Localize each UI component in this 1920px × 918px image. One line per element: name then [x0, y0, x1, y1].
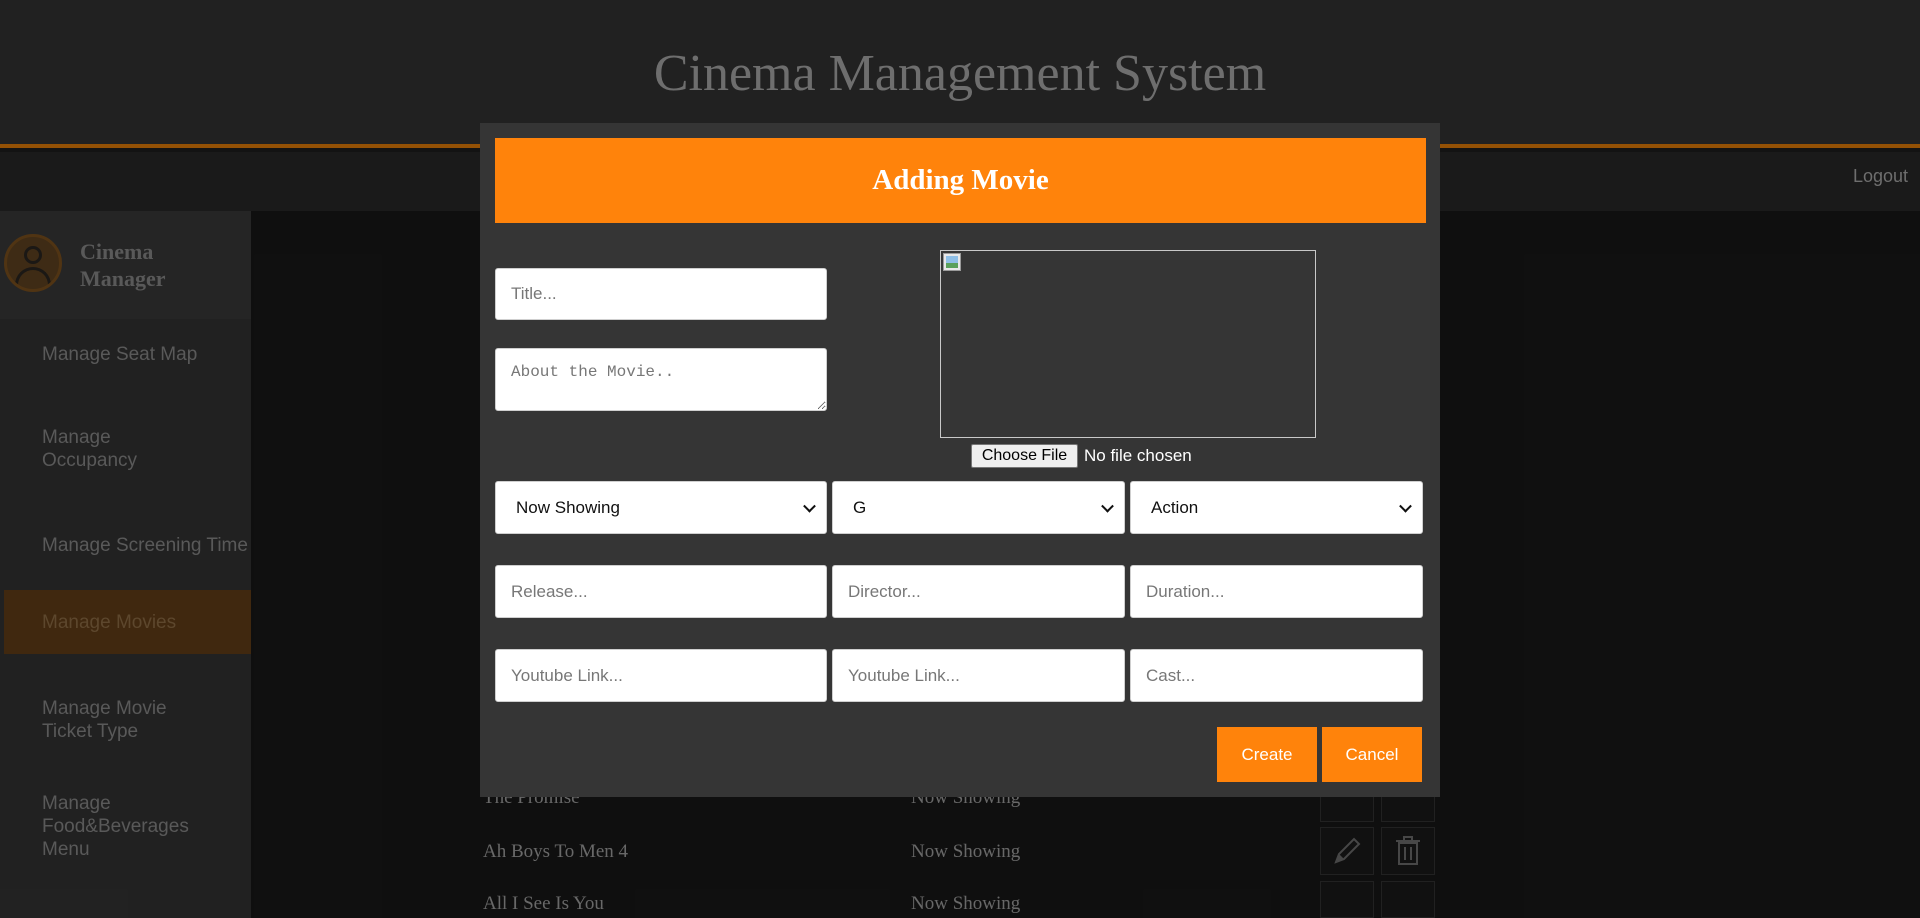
genre-select[interactable]: Action — [1130, 481, 1423, 534]
modal-header: Adding Movie — [495, 138, 1426, 223]
release-input[interactable] — [495, 565, 827, 618]
cancel-button[interactable]: Cancel — [1322, 727, 1422, 782]
duration-input[interactable] — [1130, 565, 1423, 618]
rating-select[interactable]: G — [832, 481, 1125, 534]
title-input[interactable] — [495, 268, 827, 320]
cast-input[interactable] — [1130, 649, 1423, 702]
status-select[interactable]: Now Showing — [495, 481, 827, 534]
director-input[interactable] — [832, 565, 1125, 618]
create-button[interactable]: Create — [1217, 727, 1317, 782]
broken-image-icon — [943, 253, 961, 271]
add-movie-modal: Adding Movie Choose File No file chosen … — [480, 123, 1440, 797]
poster-preview — [940, 250, 1316, 438]
about-textarea[interactable] — [495, 348, 827, 411]
modal-title: Adding Movie — [872, 164, 1049, 196]
chevron-down-icon — [803, 499, 816, 513]
chevron-down-icon — [1399, 499, 1412, 513]
youtube-link-input-2[interactable] — [832, 649, 1125, 702]
choose-file-button[interactable]: Choose File — [971, 444, 1078, 468]
chevron-down-icon — [1101, 499, 1114, 513]
youtube-link-input[interactable] — [495, 649, 827, 702]
file-status: No file chosen — [1084, 446, 1192, 465]
